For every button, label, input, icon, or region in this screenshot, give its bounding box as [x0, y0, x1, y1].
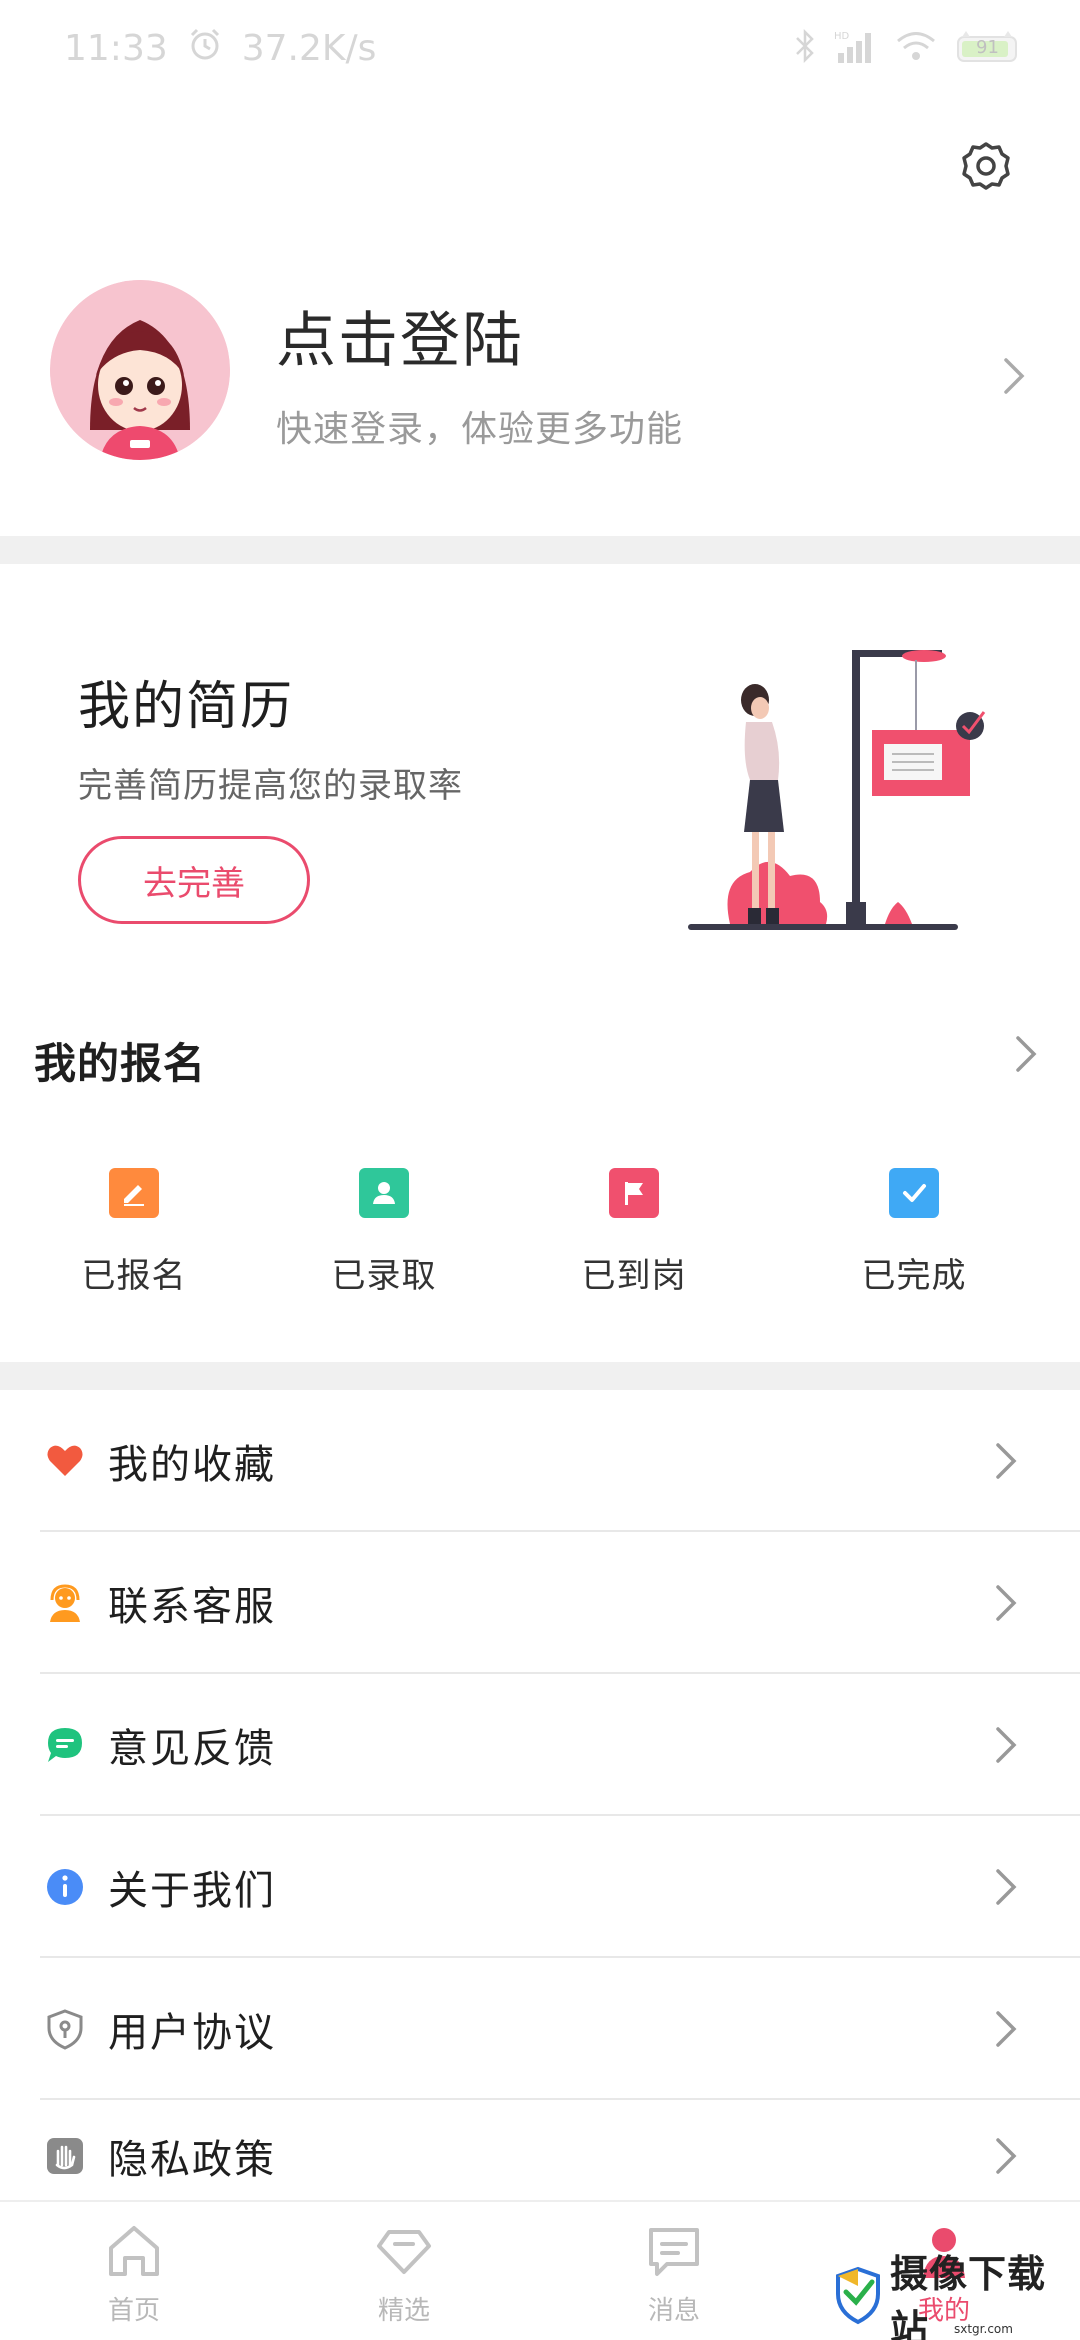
avatar[interactable] [50, 280, 230, 460]
shield-logo-icon [834, 2266, 882, 2330]
wifi-icon [896, 30, 936, 66]
flag-icon [609, 1168, 659, 1218]
signup-status-admitted[interactable]: 已录取 [284, 1168, 484, 1297]
nav-messages[interactable]: 消息 [584, 2202, 764, 2340]
watermark-logo: 摄像下载站 sxtgr.com [834, 2251, 1074, 2340]
login-subtitle: 快速登录，体验更多功能 [276, 409, 684, 450]
menu-label: 用户协议 [108, 2010, 276, 2056]
menu-label: 隐私政策 [108, 2137, 276, 2183]
nav-home[interactable]: 首页 [44, 2202, 224, 2340]
hand-icon [44, 2135, 86, 2177]
nav-label: 消息 [647, 2296, 700, 2326]
customer-service-icon [44, 1582, 86, 1624]
menu-item-privacy-policy[interactable]: 隐私政策 [0, 2100, 1080, 2200]
alarm-icon [188, 27, 222, 70]
chat-bubble-icon [44, 1724, 86, 1766]
signup-status-registered[interactable]: 已报名 [34, 1168, 234, 1297]
nav-label: 首页 [107, 2296, 160, 2326]
chevron-right-icon[interactable] [1012, 1034, 1042, 1074]
complete-resume-button[interactable]: 去完善 [78, 836, 310, 924]
resume-illustration [680, 640, 1000, 940]
svg-text:HD: HD [834, 31, 850, 42]
status-bar: 11:33 37.2K/s HD 91 [0, 0, 1080, 96]
status-label: 已报名 [81, 1256, 187, 1296]
menu-label: 我的收藏 [108, 1442, 276, 1488]
signal-icon: HD [834, 29, 878, 67]
chevron-right-icon [992, 2136, 1022, 2176]
signup-title: 我的报名 [34, 1039, 207, 1088]
home-icon [103, 2220, 165, 2282]
nav-label: 精选 [377, 2296, 430, 2326]
chevron-right-icon [992, 1441, 1022, 1481]
chevron-right-icon [992, 1583, 1022, 1623]
menu-item-user-agreement[interactable]: 用户协议 [0, 1958, 1080, 2100]
message-icon [643, 2220, 705, 2282]
menu-item-favorites[interactable]: 我的收藏 [0, 1390, 1080, 1532]
check-icon [889, 1168, 939, 1218]
menu-label: 关于我们 [108, 1868, 276, 1914]
heart-icon [44, 1440, 86, 1482]
gear-icon [962, 142, 1010, 190]
info-icon [44, 1866, 86, 1908]
diamond-icon [373, 2220, 435, 2282]
person-icon [359, 1168, 409, 1218]
edit-icon [109, 1168, 159, 1218]
battery-icon: 91 [954, 31, 1024, 65]
signup-status-completed[interactable]: 已完成 [814, 1168, 1014, 1297]
status-label: 已录取 [331, 1256, 437, 1296]
bluetooth-icon [794, 28, 816, 67]
menu-item-customer-service[interactable]: 联系客服 [0, 1532, 1080, 1674]
battery-level: 91 [976, 37, 999, 58]
menu-label: 意见反馈 [108, 1726, 276, 1772]
section-divider [0, 536, 1080, 564]
resume-title: 我的简历 [78, 677, 295, 737]
section-divider [0, 1362, 1080, 1390]
status-label: 已到岗 [581, 1256, 687, 1296]
settings-button[interactable] [958, 138, 1014, 194]
signup-status-onboard[interactable]: 已到岗 [534, 1168, 734, 1297]
status-label: 已完成 [861, 1256, 967, 1296]
chevron-right-icon [992, 1725, 1022, 1765]
menu-label: 联系客服 [108, 1584, 276, 1630]
login-title[interactable]: 点击登陆 [276, 292, 524, 379]
nav-featured[interactable]: 精选 [314, 2202, 494, 2340]
watermark-url: sxtgr.com [954, 2322, 1013, 2336]
menu-item-feedback[interactable]: 意见反馈 [0, 1674, 1080, 1816]
chevron-right-icon[interactable] [1000, 356, 1030, 396]
status-time: 11:33 [64, 27, 168, 69]
menu-item-about-us[interactable]: 关于我们 [0, 1816, 1080, 1958]
shield-icon [44, 2008, 86, 2050]
resume-subtitle: 完善简历提高您的录取率 [78, 766, 463, 806]
chevron-right-icon [992, 1867, 1022, 1907]
chevron-right-icon [992, 2009, 1022, 2049]
network-speed: 37.2K/s [241, 27, 377, 69]
